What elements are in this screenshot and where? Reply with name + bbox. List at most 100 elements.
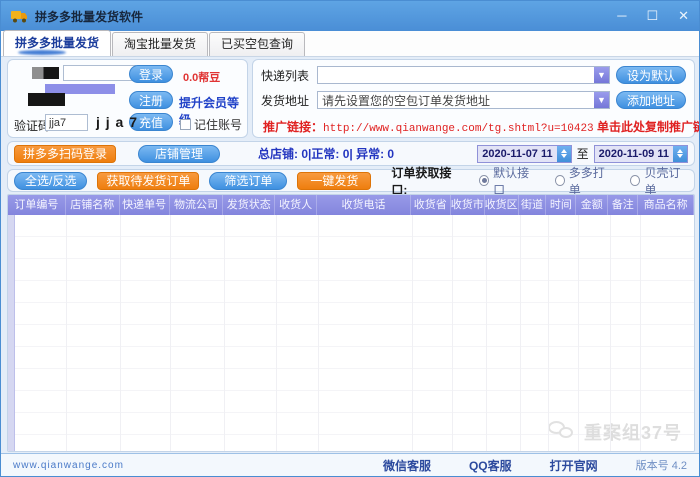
date-to-value[interactable]: 2020-11-09 11	[595, 146, 673, 162]
column-gridline	[578, 215, 579, 451]
date-from-picker[interactable]: 2020-11-07 11	[477, 145, 571, 163]
username-input[interactable]	[63, 65, 136, 81]
express-list-row: 快递列表 ▼ 设为默认	[261, 66, 686, 84]
tab-label: 拼多多批量发货	[15, 36, 99, 50]
date-to-label: 至	[577, 145, 589, 162]
select-all-button[interactable]: 全选/反选	[14, 172, 87, 190]
version-text: 版本号 4.2	[636, 457, 687, 473]
tab-bar: 拼多多批量发货 淘宝批量发货 已买空包查询	[1, 31, 699, 57]
column-gridline	[610, 215, 611, 451]
filter-orders-button[interactable]: 筛选订单	[209, 172, 287, 190]
column-gridline	[452, 215, 453, 451]
captcha-code-image[interactable]: j j a 7	[96, 114, 138, 130]
orders-table-body-empty[interactable]	[8, 215, 694, 451]
column-gridline	[548, 215, 549, 451]
orders-table: 订单编号店铺名称快递单号物流公司发货状态收货人收货电话收货省收货市收货区街道时间…	[7, 194, 695, 452]
promo-url[interactable]: http://www.qianwange.com/tg.shtml?u=1042…	[323, 123, 594, 135]
date-from-value[interactable]: 2020-11-07 11	[478, 146, 556, 162]
tab-pdd-batch-ship[interactable]: 拼多多批量发货	[3, 30, 111, 56]
remember-label: 记住账号	[194, 116, 242, 133]
column-header-3[interactable]: 快递单号	[120, 195, 170, 215]
column-header-10[interactable]: 收货区	[485, 195, 519, 215]
column-header-12[interactable]: 时间	[546, 195, 576, 215]
set-default-button[interactable]: 设为默认	[616, 66, 686, 84]
promo-link-line[interactable]: 推广链接：http://www.qianwange.com/tg.shtml?u…	[263, 118, 700, 135]
api-option-default[interactable]: 默认接口	[479, 164, 537, 198]
date-spinner-icon[interactable]	[557, 146, 571, 162]
column-header-9[interactable]: 收货市	[451, 195, 485, 215]
login-button[interactable]: 登录	[129, 65, 173, 83]
balance-text: 0.0帮豆	[183, 69, 220, 85]
pdd-scan-login-button[interactable]: 拼多多扫码登录	[14, 145, 116, 163]
wechat-support-link[interactable]: 微信客服	[383, 457, 431, 474]
radio-icon[interactable]	[555, 175, 565, 186]
active-tab-underline	[18, 50, 66, 55]
watermark: 重案组37号	[548, 419, 682, 445]
column-gridline	[486, 215, 487, 451]
title-bar: 拼多多批量发货软件 ─ ☐ ✕	[1, 1, 699, 31]
radio-selected-icon[interactable]	[479, 175, 489, 186]
promo-label: 推广链接：	[263, 120, 323, 134]
column-gridline	[66, 215, 67, 451]
column-header-6[interactable]: 收货人	[275, 195, 317, 215]
website-link[interactable]: www.qianwange.com	[13, 460, 124, 471]
column-header-11[interactable]: 街道	[519, 195, 547, 215]
radio-icon[interactable]	[630, 175, 640, 186]
column-header-8[interactable]: 收货省	[411, 195, 451, 215]
tab-taobao-batch-ship[interactable]: 淘宝批量发货	[112, 32, 208, 56]
column-header-13[interactable]: 金额	[576, 195, 608, 215]
remember-account-option[interactable]: 记住账号	[180, 116, 242, 133]
express-list-dropdown[interactable]: ▼	[317, 66, 610, 84]
column-header-15[interactable]: 商品名称	[638, 195, 694, 215]
order-toolbar: 全选/反选 获取待发货订单 筛选订单 一键发货 订单获取接口: 默认接口 多多打…	[7, 169, 695, 192]
close-button[interactable]: ✕	[678, 1, 689, 31]
promo-copy-hint[interactable]: 单击此处复制推广链接	[594, 120, 700, 134]
maximize-button[interactable]: ☐	[646, 1, 658, 31]
shop-manage-button[interactable]: 店铺管理	[138, 145, 220, 163]
fetch-pending-orders-button[interactable]: 获取待发货订单	[97, 172, 199, 190]
column-header-5[interactable]: 发货状态	[223, 195, 275, 215]
tab-empty-package-query[interactable]: 已买空包查询	[209, 32, 305, 56]
api-option-duoduo[interactable]: 多多打单	[555, 164, 613, 198]
qq-support-link[interactable]: QQ客服	[469, 457, 512, 474]
api-option-label: 贝壳订单	[644, 164, 688, 198]
captcha-input[interactable]	[45, 114, 88, 131]
orders-table-header: 订单编号店铺名称快递单号物流公司发货状态收货人收货电话收货省收货市收货区街道时间…	[8, 195, 694, 215]
column-header-7[interactable]: 收货电话	[317, 195, 411, 215]
ship-address-label: 发货地址	[261, 92, 317, 109]
api-option-label: 多多打单	[569, 164, 613, 198]
chevron-down-icon[interactable]: ▼	[594, 92, 609, 108]
app-window: 拼多多批量发货软件 ─ ☐ ✕ 拼多多批量发货 淘宝批量发货 已买空包查询 登录…	[0, 0, 700, 477]
column-header-4[interactable]: 物流公司	[170, 195, 224, 215]
column-header-14[interactable]: 备注	[608, 195, 638, 215]
date-range: 2020-11-07 11 至 2020-11-09 11	[477, 145, 688, 163]
api-option-label: 默认接口	[493, 164, 537, 198]
column-gridline	[120, 215, 121, 451]
api-option-beike[interactable]: 贝壳订单	[630, 164, 688, 198]
column-gridline	[318, 215, 319, 451]
chat-bubbles-icon	[548, 421, 578, 443]
date-to-picker[interactable]: 2020-11-09 11	[594, 145, 688, 163]
column-gridline	[520, 215, 521, 451]
remember-checkbox[interactable]	[180, 119, 191, 130]
chevron-down-icon[interactable]: ▼	[594, 67, 609, 83]
open-official-site-link[interactable]: 打开官网	[550, 457, 598, 474]
column-header-1[interactable]: 订单编号	[8, 195, 66, 215]
date-spinner-icon[interactable]	[673, 146, 687, 162]
ship-address-dropdown[interactable]: 请先设置您的空包订单发货地址 ▼	[317, 91, 610, 109]
column-header-2[interactable]: 店铺名称	[66, 195, 120, 215]
tab-label: 已买空包查询	[221, 37, 293, 51]
window-title: 拼多多批量发货软件	[35, 8, 143, 25]
one-click-ship-button[interactable]: 一键发货	[297, 172, 371, 190]
column-gridline	[224, 215, 225, 451]
window-controls: ─ ☐ ✕	[617, 1, 689, 31]
register-button[interactable]: 注册	[129, 91, 173, 109]
express-list-label: 快递列表	[261, 67, 317, 84]
ship-address-row: 发货地址 请先设置您的空包订单发货地址 ▼ 添加地址	[261, 91, 686, 109]
column-gridline	[640, 215, 641, 451]
minimize-button[interactable]: ─	[617, 1, 626, 31]
shop-row: 拼多多扫码登录 店铺管理 总店铺: 0|正常: 0| 异常: 0 2020-11…	[7, 141, 695, 166]
row-selector-column	[8, 215, 15, 451]
login-panel: 登录 注册 充值 0.0帮豆 提升会员等级 记住账号 验证码 j j a 7	[7, 59, 248, 138]
add-address-button[interactable]: 添加地址	[616, 91, 686, 109]
